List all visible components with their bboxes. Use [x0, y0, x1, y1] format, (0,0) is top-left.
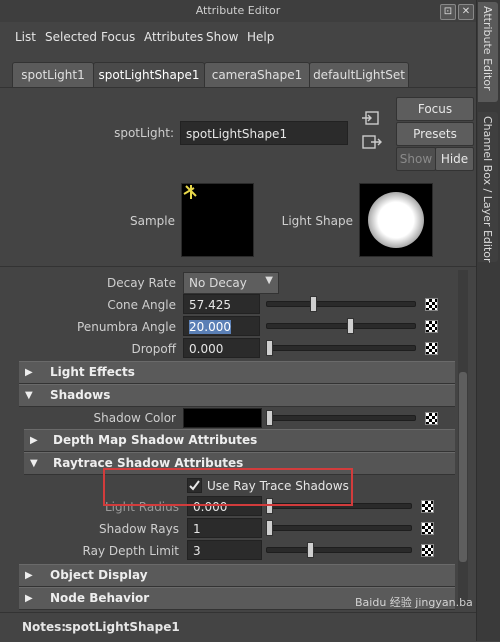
watermark: Baidu 经验 jingyan.baidu.com: [355, 596, 473, 609]
cone-angle-map-button[interactable]: [425, 298, 438, 311]
restore-icon[interactable]: ⊡: [440, 4, 456, 20]
dropoff-slider-handle[interactable]: [266, 340, 273, 356]
scrollbar-thumb[interactable]: [459, 372, 467, 562]
object-display-label: Object Display: [50, 568, 148, 582]
ray-depth-limit-label: Ray Depth Limit: [82, 544, 179, 558]
cone-angle-slider-handle[interactable]: [310, 296, 318, 312]
light-shape-label: Light Shape: [281, 214, 353, 228]
notes-label: Notes:: [22, 620, 67, 634]
node-type-label: spotLight:: [114, 126, 174, 140]
decay-rate-value: No Decay: [189, 276, 247, 290]
collapse-arrow-icon: ▼: [25, 390, 33, 401]
chevron-down-icon: ▼: [265, 275, 273, 286]
penumbra-angle-map-button[interactable]: [425, 320, 438, 333]
light-effects-section[interactable]: ▶ Light Effects: [19, 361, 455, 384]
light-radius-map-button[interactable]: [421, 500, 434, 513]
node-tabs: spotLight1 spotLightShape1 cameraShape1 …: [0, 62, 476, 88]
sample-label: Sample: [130, 214, 175, 228]
hide-button[interactable]: Hide: [435, 147, 474, 171]
ray-depth-limit-slider-handle[interactable]: [307, 542, 315, 558]
cone-angle-label: Cone Angle: [107, 298, 176, 312]
menu-attributes[interactable]: Attributes: [144, 30, 203, 44]
tab-defaultlightset[interactable]: defaultLightSet: [309, 62, 409, 87]
shadow-color-swatch[interactable]: [183, 408, 262, 428]
dropoff-map-button[interactable]: [425, 342, 438, 355]
expand-arrow-icon: ▶: [30, 435, 38, 446]
shadows-label: Shadows: [50, 388, 111, 402]
focus-button[interactable]: Focus: [396, 97, 474, 121]
penumbra-angle-value: 20.000: [189, 320, 231, 334]
tab-channel-box-label: Channel Box / Layer Editor: [481, 116, 494, 263]
depth-map-section[interactable]: ▶ Depth Map Shadow Attributes: [24, 429, 455, 452]
light-sample-icon: [183, 185, 197, 199]
node-behavior-label: Node Behavior: [50, 591, 150, 605]
penumbra-angle-slider-handle[interactable]: [346, 318, 354, 334]
input-connection-icon[interactable]: [362, 110, 380, 126]
dropoff-label: Dropoff: [131, 342, 176, 356]
shadow-rays-map-button[interactable]: [421, 522, 434, 535]
menu-focus[interactable]: Focus: [101, 30, 135, 44]
tab-channel-box[interactable]: Channel Box / Layer Editor: [478, 112, 498, 263]
light-effects-label: Light Effects: [50, 365, 135, 379]
expand-arrow-icon: ▶: [25, 570, 33, 581]
ray-depth-limit-slider[interactable]: [266, 547, 412, 553]
close-icon[interactable]: ✕: [458, 4, 474, 20]
decay-rate-label: Decay Rate: [106, 276, 176, 290]
ray-depth-limit-map-button[interactable]: [421, 544, 434, 557]
penumbra-angle-label: Penumbra Angle: [77, 320, 176, 334]
shadows-section[interactable]: ▼ Shadows: [19, 384, 455, 407]
light-shape-glow: [368, 192, 424, 248]
divider: [0, 266, 476, 267]
presets-button[interactable]: Presets: [396, 122, 474, 146]
shadow-color-slider[interactable]: [266, 415, 416, 421]
menu-help[interactable]: Help: [247, 30, 274, 44]
tab-spotlightshape1[interactable]: spotLightShape1: [93, 62, 205, 88]
decay-rate-dropdown[interactable]: No Decay ▼: [183, 272, 279, 294]
object-display-section[interactable]: ▶ Object Display: [19, 564, 455, 587]
output-connection-icon[interactable]: [362, 134, 382, 150]
window-title: Attribute Editor: [195, 4, 281, 17]
depth-map-label: Depth Map Shadow Attributes: [53, 433, 258, 447]
dropoff-slider[interactable]: [266, 345, 416, 351]
expand-arrow-icon: ▶: [25, 593, 33, 604]
tab-spotlight1[interactable]: spotLight1: [12, 62, 94, 87]
title-bar: Attribute Editor ⊡ ✕: [0, 0, 476, 23]
shadow-color-slider-handle[interactable]: [266, 410, 273, 426]
cone-angle-field[interactable]: 57.425: [183, 294, 260, 314]
collapse-arrow-icon: ▼: [30, 458, 38, 469]
tab-camerashape1[interactable]: cameraShape1: [204, 62, 310, 87]
notes-value[interactable]: spotLightShape1: [65, 620, 180, 634]
cone-angle-slider[interactable]: [266, 301, 416, 307]
menu-show[interactable]: Show: [206, 30, 238, 44]
sample-swatch[interactable]: [181, 183, 254, 257]
menu-bar: List Selected Focus Attributes Show Help: [0, 22, 476, 54]
dropoff-field[interactable]: 0.000: [183, 338, 260, 358]
tab-attribute-editor[interactable]: Attribute Editor: [478, 2, 498, 102]
shadow-rays-slider[interactable]: [266, 525, 412, 531]
shadow-color-map-button[interactable]: [425, 412, 438, 425]
ray-depth-limit-field[interactable]: 3: [187, 540, 262, 560]
penumbra-angle-field[interactable]: 20.000: [183, 316, 260, 336]
show-button[interactable]: Show: [396, 147, 436, 171]
shadow-rays-field[interactable]: 1: [187, 518, 262, 538]
shadow-rays-label: Shadow Rays: [99, 522, 179, 536]
penumbra-angle-slider[interactable]: [266, 323, 416, 329]
shadow-color-label: Shadow Color: [93, 411, 177, 425]
notes-bar: Notes: spotLightShape1: [0, 612, 476, 642]
expand-arrow-icon: ▶: [25, 367, 33, 378]
menu-list[interactable]: List: [15, 30, 36, 44]
tab-attribute-editor-label: Attribute Editor: [481, 6, 494, 91]
menu-selected[interactable]: Selected: [45, 30, 97, 44]
node-name-field[interactable]: spotLightShape1: [180, 121, 348, 145]
highlight-annotation-box: [103, 468, 353, 506]
shadow-rays-slider-handle[interactable]: [266, 520, 273, 536]
light-shape-swatch: [359, 183, 433, 257]
tab-divider: [0, 87, 476, 88]
